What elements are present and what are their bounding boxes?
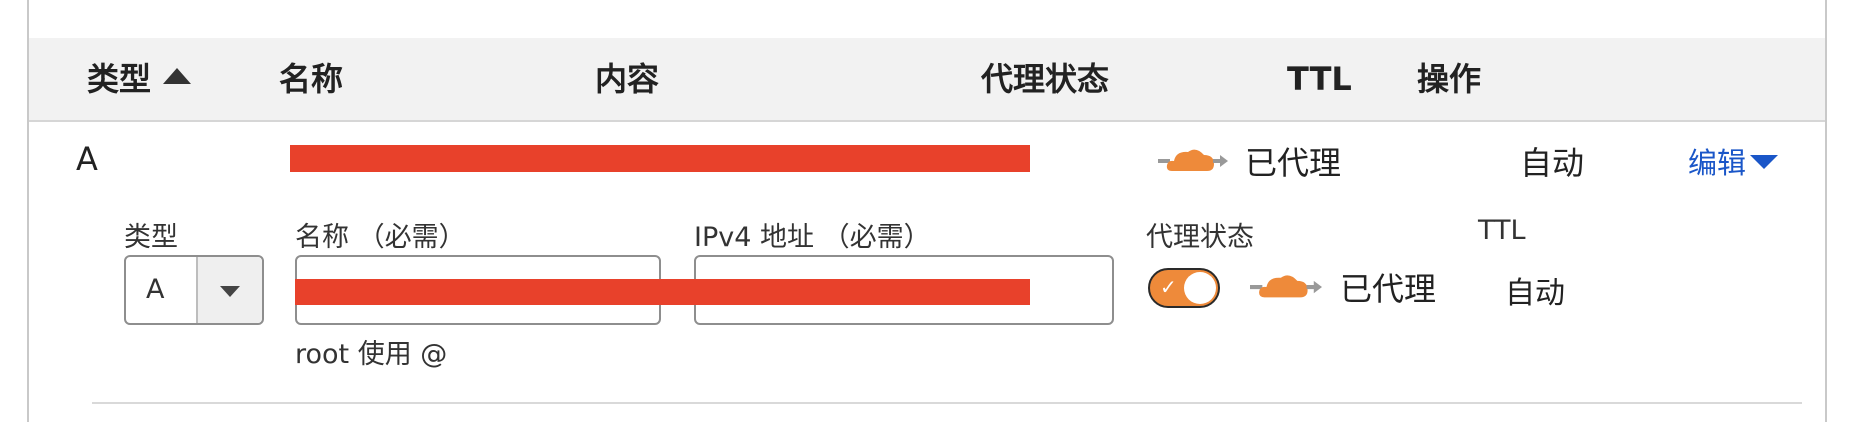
form-proxy-status-value: 已代理	[1340, 270, 1437, 308]
row-divider	[92, 402, 1802, 404]
edit-button[interactable]: 编辑	[1688, 140, 1779, 182]
header-ttl[interactable]: TTL	[1287, 38, 1352, 120]
header-content[interactable]: 内容	[595, 38, 659, 120]
header-type-label: 类型	[87, 60, 152, 98]
header-type[interactable]: 类型	[87, 38, 192, 120]
proxy-toggle[interactable]: ✓	[1148, 268, 1220, 308]
name-label: 名称 （必需）	[295, 222, 466, 253]
ttl-value[interactable]: 自动	[1505, 268, 1565, 312]
type-select-value: A	[146, 274, 165, 305]
ttl-label: TTL	[1478, 215, 1526, 246]
ipv4-label: IPv4 地址 （必需）	[694, 222, 931, 253]
check-icon: ✓	[1160, 275, 1177, 299]
proxied-cloud-icon-form	[1250, 275, 1322, 298]
row-name-redaction	[290, 145, 1030, 172]
row-ttl: 自动	[1520, 144, 1585, 182]
chevron-down-icon	[1750, 155, 1779, 169]
row-type: A	[76, 140, 98, 178]
header-proxy-status: 代理状态	[981, 60, 1110, 98]
toggle-knob	[1184, 272, 1216, 304]
table-header: 类型 名称 内容 代理状态 TTL 操作	[29, 38, 1825, 122]
type-label: 类型	[124, 222, 178, 253]
proxied-cloud-icon	[1158, 149, 1228, 171]
type-select-toggle[interactable]	[196, 257, 262, 323]
type-select[interactable]: A	[124, 255, 264, 325]
caret-down-icon	[220, 286, 240, 297]
header-name[interactable]: 名称	[279, 38, 343, 120]
proxy-status-label: 代理状态	[1146, 222, 1254, 253]
sort-ascending-icon[interactable]	[163, 68, 192, 84]
form-redaction	[295, 279, 1030, 305]
edit-button-label: 编辑	[1688, 146, 1747, 180]
name-hint: root 使用 @	[295, 339, 448, 370]
row-proxy-status: 已代理	[1245, 144, 1342, 182]
header-actions: 操作	[1417, 60, 1482, 98]
